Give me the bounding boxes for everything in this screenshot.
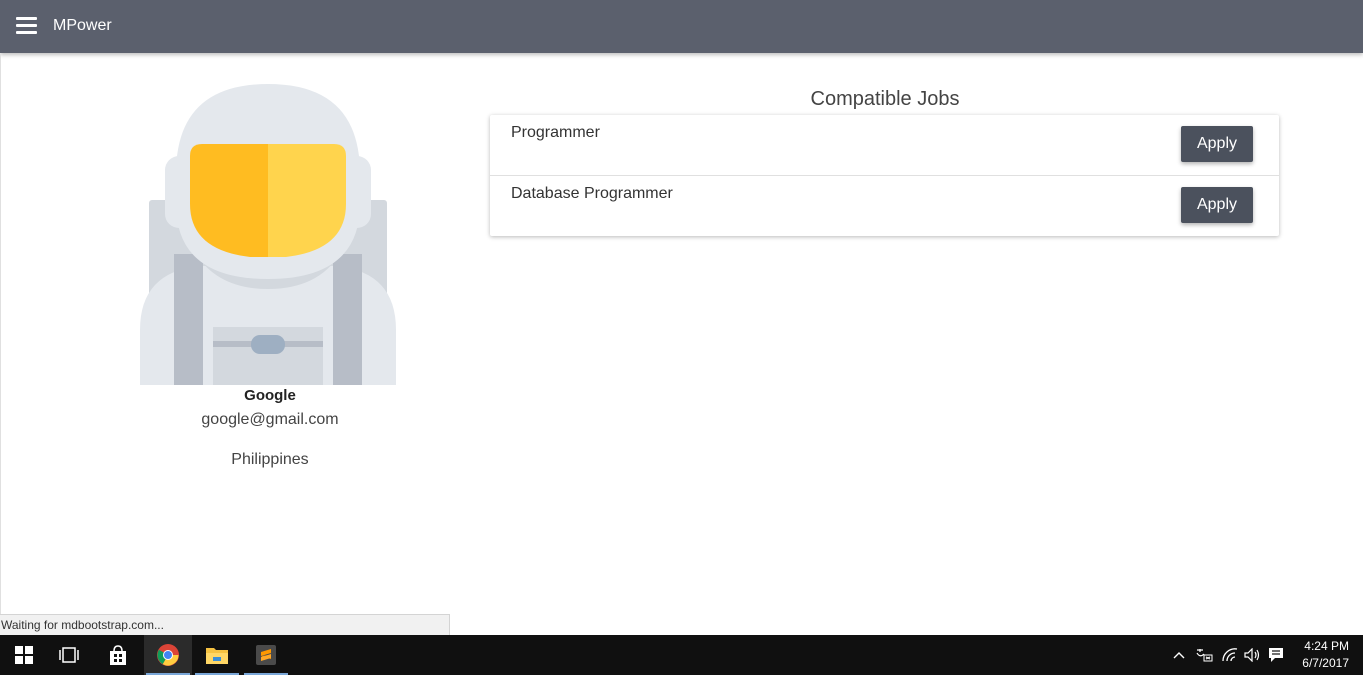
windows-taskbar: 4:24 PM 6/7/2017 — [0, 635, 1363, 675]
top-navbar: MPower — [0, 0, 1363, 53]
volume-icon[interactable] — [1243, 646, 1261, 664]
language-icon[interactable] — [1195, 646, 1213, 664]
profile-country: Philippines — [231, 451, 309, 468]
task-view-icon[interactable] — [45, 635, 93, 675]
taskbar-clock[interactable]: 4:24 PM 6/7/2017 — [1302, 638, 1349, 672]
browser-status-bar: Waiting for mdbootstrap.com... — [0, 614, 450, 635]
sublime-text-icon[interactable] — [242, 635, 290, 675]
clock-date: 6/7/2017 — [1302, 656, 1349, 670]
jobs-list: Programmer Apply Database Programmer App… — [490, 115, 1279, 236]
chrome-icon[interactable] — [144, 635, 192, 675]
store-icon[interactable] — [94, 635, 142, 675]
job-row: Database Programmer Apply — [490, 176, 1279, 236]
file-explorer-icon[interactable] — [193, 635, 241, 675]
clock-time: 4:24 PM — [1304, 639, 1349, 653]
job-title: Programmer — [511, 124, 600, 141]
profile-name: Google — [244, 387, 296, 404]
brand-title[interactable]: MPower — [53, 16, 112, 36]
chevron-up-icon[interactable] — [1172, 646, 1186, 664]
page-left-border — [0, 54, 1, 614]
hamburger-menu-icon[interactable] — [16, 17, 37, 35]
compatible-jobs-heading: Compatible Jobs — [810, 88, 960, 110]
apply-button[interactable]: Apply — [1181, 126, 1253, 162]
profile-email: google@gmail.com — [201, 411, 339, 428]
apply-button[interactable]: Apply — [1181, 187, 1253, 223]
windows-start-icon[interactable] — [0, 635, 48, 675]
wifi-icon[interactable] — [1221, 646, 1239, 664]
job-row: Programmer Apply — [490, 115, 1279, 176]
action-center-icon[interactable] — [1267, 646, 1285, 664]
astronaut-avatar-icon — [140, 84, 396, 385]
job-title: Database Programmer — [511, 185, 673, 202]
